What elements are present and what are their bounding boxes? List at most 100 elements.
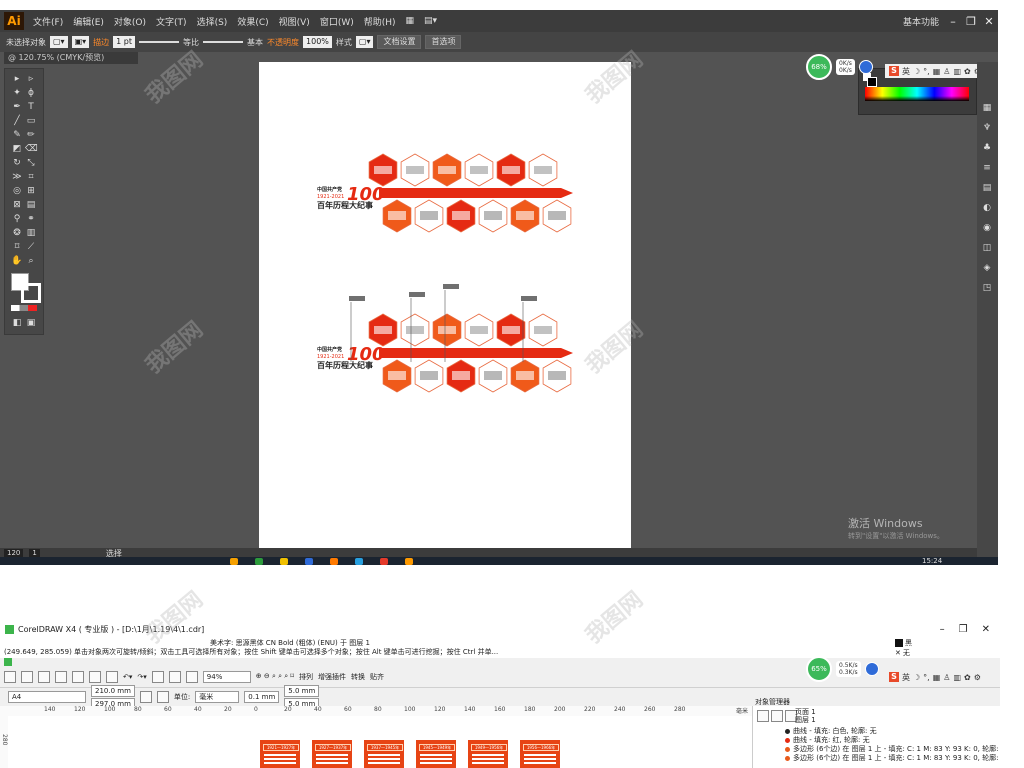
minimize-icon[interactable]: – bbox=[944, 15, 962, 28]
stroke-weight-input[interactable]: 1 pt bbox=[113, 36, 136, 48]
object-manager-toolbar[interactable] bbox=[757, 710, 797, 722]
portrait-icon[interactable] bbox=[139, 691, 152, 703]
perspective-icon[interactable]: ⊞ bbox=[25, 185, 37, 197]
artboard-nav[interactable]: 1 bbox=[29, 549, 40, 557]
layer-node[interactable]: 图层 1 bbox=[795, 715, 816, 725]
gradient-panel-icon[interactable]: ▤ bbox=[981, 182, 993, 194]
opacity-input[interactable]: 100% bbox=[303, 36, 332, 48]
type-tool-icon[interactable]: T bbox=[25, 101, 37, 113]
ime-punct-icon[interactable]: °, bbox=[923, 673, 930, 682]
ime-skin-icon[interactable]: ✿ bbox=[964, 67, 971, 76]
ime-user-icon[interactable]: ♙ bbox=[943, 673, 950, 682]
menu-window[interactable]: 窗口(W) bbox=[315, 15, 359, 28]
brushes-icon[interactable]: ♆ bbox=[981, 122, 993, 134]
line-tool-icon[interactable]: ╱ bbox=[11, 115, 23, 127]
rectangle-tool-icon[interactable]: ▭ bbox=[25, 115, 37, 127]
brush-tool-icon[interactable]: ✎ bbox=[11, 129, 23, 141]
fill-swatch[interactable]: ▢▾ bbox=[50, 36, 68, 48]
menu-type[interactable]: 文字(T) bbox=[151, 15, 192, 28]
blend-tool-icon[interactable]: ⚭ bbox=[25, 213, 37, 225]
style-swatch[interactable]: ▢▾ bbox=[355, 36, 374, 48]
ime-moon-icon[interactable]: ☽ bbox=[913, 673, 920, 682]
workspace-switcher[interactable]: 基本功能 bbox=[898, 15, 944, 28]
ime-language[interactable]: 英 bbox=[902, 66, 910, 77]
mesh-tool-icon[interactable]: ⊠ bbox=[11, 199, 23, 211]
pencil-tool-icon[interactable]: ✏ bbox=[25, 129, 37, 141]
export-icon[interactable] bbox=[168, 670, 181, 683]
screen-mode-icon[interactable]: ▣ bbox=[25, 317, 37, 329]
ime-logo-icon[interactable]: S bbox=[889, 66, 899, 76]
speed-boost-icon[interactable] bbox=[858, 60, 873, 74]
color-mode-buttons[interactable] bbox=[11, 305, 37, 311]
redo-icon[interactable]: ↷▾ bbox=[137, 673, 146, 681]
zoom-field[interactable]: 120 bbox=[4, 549, 24, 557]
magic-wand-icon[interactable]: ✦ bbox=[11, 87, 23, 99]
restore-icon[interactable]: ❐ bbox=[962, 15, 980, 28]
stroke-label[interactable]: 描边 bbox=[93, 37, 109, 48]
ime-settings-icon[interactable]: ⚙ bbox=[974, 673, 981, 682]
convert-menu[interactable]: 转换 bbox=[351, 672, 365, 682]
appearance-icon[interactable]: ◉ bbox=[981, 222, 993, 234]
cut-icon[interactable] bbox=[72, 670, 84, 683]
eyedropper-icon[interactable]: ⚲ bbox=[11, 213, 23, 225]
artboard-tool-icon[interactable]: ⌑ bbox=[11, 241, 23, 253]
zoom-level-select[interactable]: 94% bbox=[202, 670, 251, 683]
landscape-icon[interactable] bbox=[156, 691, 169, 703]
ime-skin-icon[interactable]: ✿ bbox=[964, 673, 971, 682]
ime-moon-icon[interactable]: ☽ bbox=[913, 67, 920, 76]
ime-logo-icon[interactable]: S bbox=[889, 672, 899, 682]
paper-size-select[interactable]: A4 bbox=[8, 691, 86, 703]
ime-user-icon[interactable]: ♙ bbox=[943, 67, 950, 76]
selection-tool-icon[interactable]: ▸ bbox=[11, 73, 23, 85]
blob-brush-icon[interactable]: ◩ bbox=[11, 143, 23, 155]
stroke-color-box[interactable] bbox=[21, 283, 41, 303]
ime-keyboard-icon[interactable]: ▦ bbox=[933, 673, 941, 682]
document-setup-button[interactable]: 文档设置 bbox=[377, 35, 422, 49]
launcher-icon[interactable] bbox=[185, 670, 198, 683]
plugins-menu[interactable]: 增强插件 bbox=[318, 672, 346, 682]
gradient-tool-icon[interactable]: ▤ bbox=[25, 199, 37, 211]
minimize-icon[interactable]: – bbox=[940, 624, 945, 635]
graph-tool-icon[interactable]: ▥ bbox=[25, 227, 37, 239]
taskbar-app-icon[interactable] bbox=[305, 558, 313, 565]
nudge-input[interactable]: 0.1 mm bbox=[244, 691, 280, 703]
artboard[interactable]: 中国共产党 1921-2021 100 百年历程大纪事 中国共产党 1921-2021 1… bbox=[259, 62, 631, 556]
swatches-icon[interactable]: ▦ bbox=[981, 102, 993, 114]
scale-tool-icon[interactable]: ⤡ bbox=[25, 157, 37, 169]
pen-tool-icon[interactable]: ✒ bbox=[11, 101, 23, 113]
graphic-styles-icon[interactable]: ◫ bbox=[981, 242, 993, 254]
menu-file[interactable]: 文件(F) bbox=[28, 15, 68, 28]
copy-icon[interactable] bbox=[89, 670, 101, 683]
rotate-tool-icon[interactable]: ↻ bbox=[11, 157, 23, 169]
ime-keyboard-icon[interactable]: ▦ bbox=[933, 67, 941, 76]
taskbar-app-icon[interactable] bbox=[380, 558, 388, 565]
lasso-icon[interactable]: ϕ bbox=[25, 87, 37, 99]
timeline-card[interactable]: 1927—1937年 bbox=[312, 740, 352, 768]
print-icon[interactable] bbox=[55, 670, 67, 683]
new-icon[interactable] bbox=[4, 670, 16, 683]
stroke-swatch[interactable]: ▣▾ bbox=[71, 36, 90, 48]
menu-help[interactable]: 帮助(H) bbox=[359, 15, 401, 28]
close-icon[interactable]: ✕ bbox=[982, 624, 990, 635]
import-icon[interactable] bbox=[151, 670, 164, 683]
open-icon[interactable] bbox=[21, 670, 33, 683]
layers-icon[interactable]: ◈ bbox=[981, 262, 993, 274]
free-transform-icon[interactable]: ⌗ bbox=[25, 171, 37, 183]
taskbar-app-icon[interactable] bbox=[355, 558, 363, 565]
timeline-card[interactable]: 1945—1949年 bbox=[416, 740, 456, 768]
profile-label[interactable]: 等比 bbox=[183, 37, 199, 48]
ime-grid-icon[interactable]: ▥ bbox=[953, 673, 961, 682]
zoom-tool-icon[interactable]: ⌕ bbox=[25, 255, 37, 267]
duplicate-x-input[interactable]: 5.0 mm bbox=[284, 684, 320, 697]
draw-mode-icon[interactable]: ◧ bbox=[11, 317, 23, 329]
undo-icon[interactable]: ↶▾ bbox=[123, 673, 132, 681]
snap-button[interactable]: 贴齐 bbox=[370, 672, 384, 682]
hand-tool-icon[interactable]: ✋ bbox=[11, 255, 23, 267]
timeline-card[interactable]: 1956—1966年 bbox=[520, 740, 560, 768]
opacity-label[interactable]: 不透明度 bbox=[267, 37, 299, 48]
transparency-icon[interactable]: ◐ bbox=[981, 202, 993, 214]
brush-label[interactable]: 基本 bbox=[247, 37, 263, 48]
symbol-sprayer-icon[interactable]: ❂ bbox=[11, 227, 23, 239]
arrange-icon[interactable]: ▤▾ bbox=[419, 16, 442, 26]
symbols-icon[interactable]: ♣ bbox=[981, 142, 993, 154]
